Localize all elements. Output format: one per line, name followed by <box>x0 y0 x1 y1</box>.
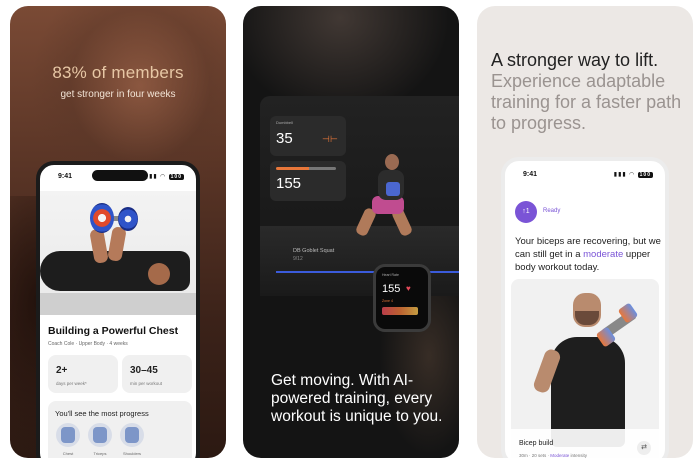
dumbbell-plate <box>118 207 138 231</box>
weight-card-label: Dumbbell <box>276 120 293 125</box>
wifi-icon: ◠ <box>629 172 635 178</box>
exercise-name: DB Goblet Squat <box>293 248 335 254</box>
status-icons: ▮▮▮ ◠ 100 <box>614 171 653 178</box>
phone-mockup-recovery: 9:41 ▮▮▮ ◠ 100 ↑1 Ready Your biceps are … <box>501 157 669 458</box>
members-headline: 83% of members <box>52 63 184 82</box>
workout-name: Bicep build <box>519 440 554 447</box>
adaptable-headline: A stronger way to lift. <box>491 50 659 70</box>
status-bar: 9:41 ▮▮▮ ◠ 100 <box>40 170 196 185</box>
promo-panel-members: 83% of members get stronger in four week… <box>10 6 226 458</box>
readiness-label: Ready <box>543 208 561 214</box>
heart-rate-value: 155 <box>276 175 302 192</box>
wifi-icon: ◠ <box>160 174 166 180</box>
intensity-highlight: moderate <box>583 249 624 260</box>
smartwatch-mockup: Heart Rate 155 ♥ Zone 4 <box>373 264 431 332</box>
members-subhead: get stronger in four weeks <box>60 89 176 100</box>
triceps-muscle-icon <box>88 423 112 447</box>
dumbbell-shape <box>386 182 400 196</box>
dumbbell-plate <box>90 203 114 233</box>
heart-rate-card: 155 <box>270 161 346 201</box>
stat-card-frequency: 2+ days per week* <box>48 355 118 393</box>
battery-icon: 100 <box>168 174 184 180</box>
watch-zone: Zone 4 <box>382 299 393 303</box>
signal-icon: ▮▮▮ <box>613 172 627 178</box>
adaptable-subhead: Experience adaptable training for a fast… <box>491 71 682 133</box>
athlete-head-shape <box>385 154 399 170</box>
stat-label: min per workout <box>130 381 163 386</box>
muscle-label: Chest <box>62 451 74 456</box>
zone-progress-bar <box>276 167 336 170</box>
stat-value: 30–45 <box>130 365 158 376</box>
battery-icon: 100 <box>637 172 653 178</box>
chest-muscle-icon <box>56 423 80 447</box>
status-bar: 9:41 ▮▮▮ ◠ 100 <box>505 171 665 183</box>
heart-rate-chart <box>382 307 418 315</box>
phone-mockup-program: 9:41 ▮▮▮ ◠ 100 Building a Powerful Chest… <box>36 161 200 458</box>
stat-label: days per week* <box>56 381 87 386</box>
heart-icon: ♥ <box>406 284 411 293</box>
promo-panel-adaptable: A stronger way to lift. Experience adapt… <box>477 6 693 458</box>
dumbbell-icon: ⊣⊢ <box>322 134 338 144</box>
exercise-rep-count: 9/12 <box>293 256 303 262</box>
swap-workout-icon[interactable]: ⇄ <box>637 441 651 455</box>
program-hero-image <box>40 191 196 315</box>
dynamic-island <box>92 170 148 181</box>
progress-muscles-card: You'll see the most progress Chest Trice… <box>48 401 192 458</box>
muscle-label: Shoulders <box>122 451 141 456</box>
ai-training-caption: Get moving. With AI-powered training, ev… <box>271 372 443 425</box>
workout-progress-bar <box>276 271 459 273</box>
stat-value: 2+ <box>56 365 68 376</box>
promo-panel-ai-training: Dumbbell 35 ⊣⊢ 155 DB Goblet Squat 9/12 … <box>243 6 459 458</box>
stat-card-duration: 30–45 min per workout <box>122 355 192 393</box>
watch-label: Heart Rate <box>382 273 399 277</box>
status-time: 9:41 <box>58 173 73 180</box>
signal-icon: ▮▮▮ <box>144 174 158 180</box>
watch-heart-rate: 155 <box>382 283 401 295</box>
workout-card[interactable]: Bicep build 30m · 20 sets · Moderate int… <box>511 279 659 458</box>
bench-shape <box>40 293 196 315</box>
status-icons: ▮▮▮ ◠ 100 <box>145 173 184 180</box>
weight-value: 35 <box>276 130 293 147</box>
progress-card-title: You'll see the most progress <box>55 409 149 418</box>
weight-card: Dumbbell 35 ⊣⊢ <box>270 116 346 156</box>
muscle-label: Triceps <box>93 451 107 456</box>
coach-message: Your biceps are recovering, but we can s… <box>515 235 663 274</box>
workout-meta: 30m · 20 sets · Moderate intensity <box>519 453 588 458</box>
program-title[interactable]: Building a Powerful Chest <box>48 325 178 337</box>
shoulders-muscle-icon <box>120 423 144 447</box>
tablet-workout-screen: Dumbbell 35 ⊣⊢ 155 DB Goblet Squat 9/12 <box>260 96 459 296</box>
program-meta: Coach Cole · Upper Body · 4 weeks <box>48 341 128 347</box>
readiness-badge[interactable]: ↑1 <box>515 201 537 223</box>
status-time: 9:41 <box>523 171 538 178</box>
athlete-head-shape <box>148 263 170 285</box>
